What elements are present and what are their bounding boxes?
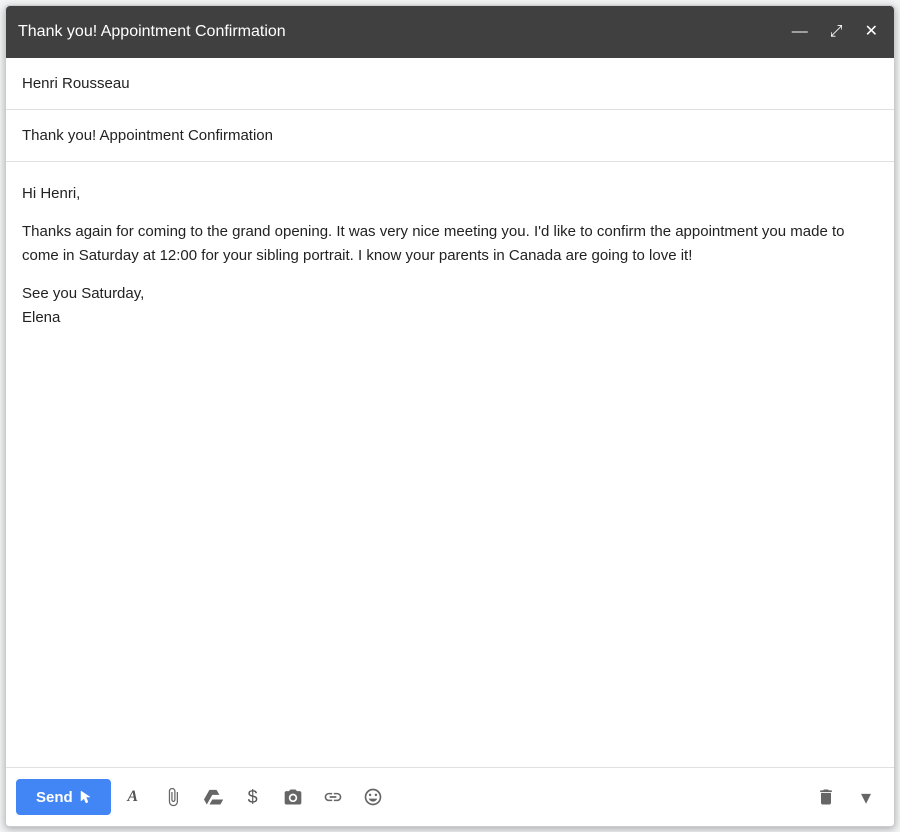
body-paragraph: Thanks again for coming to the grand ope… — [22, 220, 878, 268]
send-label: Send — [36, 789, 73, 806]
to-input[interactable] — [22, 75, 878, 92]
chevron-down-icon: ▾ — [861, 785, 871, 810]
trash-icon — [816, 787, 836, 807]
to-field-row — [6, 58, 894, 110]
email-body[interactable]: Hi Henri, Thanks again for coming to the… — [6, 162, 894, 768]
link-button[interactable] — [315, 779, 351, 815]
subject-input[interactable] — [22, 127, 878, 144]
cursor-icon — [79, 790, 91, 804]
dollar-icon: $ — [248, 787, 258, 808]
photo-button[interactable] — [275, 779, 311, 815]
signature-text: Elena — [22, 309, 60, 326]
link-icon — [323, 787, 343, 807]
compose-toolbar: Send A $ — [6, 768, 894, 826]
more-options-button[interactable]: ▾ — [848, 779, 884, 815]
drive-button[interactable] — [195, 779, 231, 815]
compose-window: Thank you! Appointment Confirmation — ⤢ … — [5, 5, 895, 827]
greeting: Hi Henri, — [22, 182, 878, 206]
window-title: Thank you! Appointment Confirmation — [18, 23, 286, 41]
emoji-button[interactable] — [355, 779, 391, 815]
drive-icon — [203, 787, 223, 807]
paperclip-icon — [163, 787, 183, 807]
emoji-icon — [363, 787, 383, 807]
closing-line: See you Saturday, Elena — [22, 282, 878, 330]
dollar-button[interactable]: $ — [235, 779, 271, 815]
font-icon: A — [127, 788, 138, 806]
maximize-button[interactable]: ⤢ — [826, 22, 847, 42]
minimize-button[interactable]: — — [788, 22, 812, 42]
send-button[interactable]: Send — [16, 779, 111, 815]
window-controls: — ⤢ ✕ — [788, 22, 882, 42]
closing-text: See you Saturday, — [22, 285, 144, 302]
attach-button[interactable] — [155, 779, 191, 815]
title-bar: Thank you! Appointment Confirmation — ⤢ … — [6, 6, 894, 58]
delete-button[interactable] — [808, 779, 844, 815]
camera-icon — [283, 787, 303, 807]
subject-field-row — [6, 110, 894, 162]
font-format-button[interactable]: A — [115, 779, 151, 815]
close-button[interactable]: ✕ — [861, 22, 882, 42]
